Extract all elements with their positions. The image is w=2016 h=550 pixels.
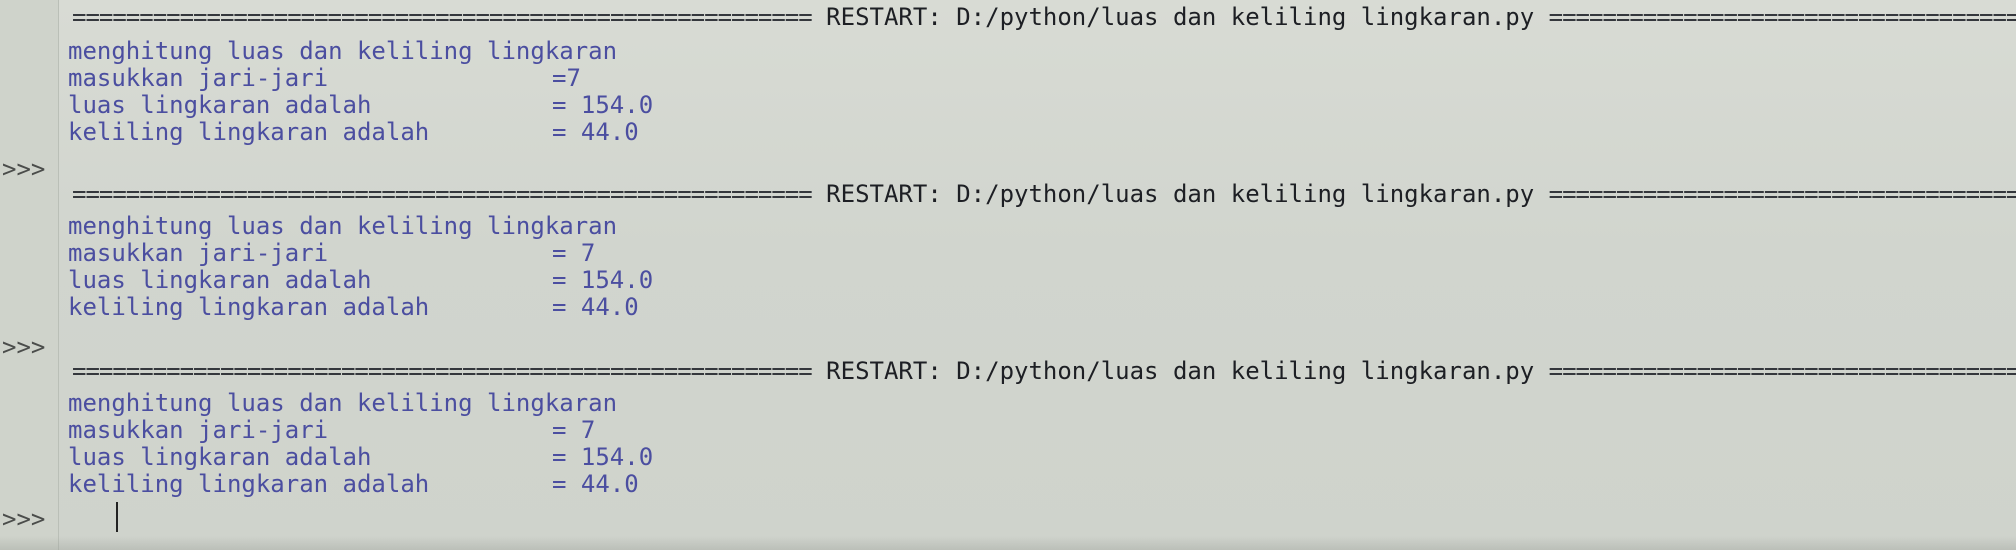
output-row: masukkan jari-jari = 7 bbox=[68, 240, 968, 267]
shell-text-area[interactable]: ========================================… bbox=[58, 0, 2016, 550]
restart-label: RESTART: D:/python/luas dan keliling lin… bbox=[826, 358, 1535, 384]
output-row: masukkan jari-jari = 7 bbox=[68, 417, 968, 444]
output-label: keliling lingkaran adalah bbox=[68, 470, 430, 498]
restart-separator-1: ========================================… bbox=[72, 4, 2016, 30]
output-label: keliling lingkaran adalah bbox=[68, 293, 430, 321]
separator-right: ========================================… bbox=[1548, 4, 2016, 30]
output-label: luas lingkaran adalah bbox=[68, 443, 372, 471]
output-heading: menghitung luas dan keliling lingkaran bbox=[68, 389, 618, 417]
screen-bottom-edge bbox=[0, 536, 2016, 550]
restart-separator-3: ========================================… bbox=[72, 358, 2016, 384]
output-value: = 44.0 bbox=[552, 118, 639, 146]
output-label: luas lingkaran adalah bbox=[68, 91, 372, 119]
output-value: = 154.0 bbox=[552, 266, 654, 294]
separator-right: ========================================… bbox=[1548, 181, 2016, 207]
separator-left: ========================================… bbox=[72, 358, 813, 384]
output-row: keliling lingkaran adalah = 44.0 bbox=[68, 471, 968, 498]
output-heading: menghitung luas dan keliling lingkaran bbox=[68, 212, 618, 240]
output-row: keliling lingkaran adalah = 44.0 bbox=[68, 294, 968, 321]
output-label: keliling lingkaran adalah bbox=[68, 118, 430, 146]
program-output-3: menghitung luas dan keliling lingkaran m… bbox=[68, 390, 968, 498]
separator-left: ========================================… bbox=[72, 4, 813, 30]
output-value: = 7 bbox=[552, 239, 596, 267]
output-label: masukkan jari-jari bbox=[68, 416, 329, 444]
separator-right: ========================================… bbox=[1548, 358, 2016, 384]
output-value: = 44.0 bbox=[552, 293, 639, 321]
prompt-2: >>> bbox=[2, 333, 46, 361]
restart-separator-2: ========================================… bbox=[72, 181, 2016, 207]
separator-left: ========================================… bbox=[72, 181, 813, 207]
output-label: luas lingkaran adalah bbox=[68, 266, 372, 294]
output-value: = 154.0 bbox=[552, 91, 654, 119]
output-row: luas lingkaran adalah = 154.0 bbox=[68, 444, 968, 471]
restart-label: RESTART: D:/python/luas dan keliling lin… bbox=[826, 4, 1535, 30]
restart-label: RESTART: D:/python/luas dan keliling lin… bbox=[826, 181, 1535, 207]
python-idle-shell-window: >>> >>> >>> ============================… bbox=[0, 0, 2016, 550]
output-label: masukkan jari-jari bbox=[68, 239, 329, 267]
output-value: = 154.0 bbox=[552, 443, 654, 471]
output-heading: menghitung luas dan keliling lingkaran bbox=[68, 37, 618, 65]
text-cursor bbox=[116, 502, 118, 532]
output-value: = 7 bbox=[552, 416, 596, 444]
output-row: keliling lingkaran adalah = 44.0 bbox=[68, 119, 968, 146]
output-label: masukkan jari-jari bbox=[68, 64, 329, 92]
prompt-1: >>> bbox=[2, 155, 46, 183]
prompt-3: >>> bbox=[2, 505, 46, 533]
output-row: luas lingkaran adalah = 154.0 bbox=[68, 267, 968, 294]
output-row: masukkan jari-jari =7 bbox=[68, 65, 968, 92]
output-row: luas lingkaran adalah = 154.0 bbox=[68, 92, 968, 119]
prompt-gutter: >>> >>> >>> bbox=[0, 0, 59, 550]
output-value: =7 bbox=[552, 64, 581, 92]
program-output-2: menghitung luas dan keliling lingkaran m… bbox=[68, 213, 968, 321]
output-value: = 44.0 bbox=[552, 470, 639, 498]
program-output-1: menghitung luas dan keliling lingkaran m… bbox=[68, 38, 968, 146]
